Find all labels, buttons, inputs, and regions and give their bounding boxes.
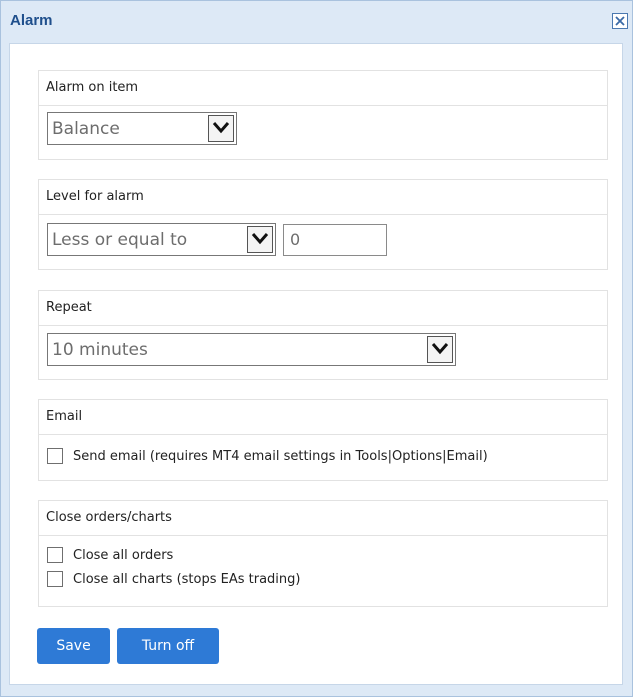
chevron-down-icon [212,122,230,134]
input-value: 0 [290,230,301,249]
alarm-item-select[interactable]: Balance [47,112,237,145]
title-bar[interactable]: Alarm [1,1,632,41]
level-comparison-select[interactable]: Less or equal to [47,223,276,256]
close-icon [615,16,625,26]
save-button[interactable]: Save [37,628,110,664]
turn-off-button[interactable]: Turn off [117,628,219,664]
section-alarm-on-item: Alarm on item Balance [38,70,608,160]
dropdown-button[interactable] [247,226,273,253]
dialog-title: Alarm [10,12,53,29]
section-header: Repeat [39,291,607,326]
select-value: 10 minutes [52,340,148,360]
close-all-charts-checkbox[interactable] [47,571,63,587]
section-header: Close orders/charts [39,501,607,536]
chevron-down-icon [431,343,449,355]
section-header: Level for alarm [39,180,607,215]
chevron-down-icon [251,233,269,245]
send-email-label: Send email (requires MT4 email settings … [73,449,488,464]
close-button[interactable] [612,13,628,29]
close-all-charts-label: Close all charts (stops EAs trading) [73,572,301,587]
section-repeat: Repeat 10 minutes [38,290,608,380]
alarm-dialog: Alarm Alarm on item Balance Level for al… [0,0,633,697]
send-email-checkbox[interactable] [47,448,63,464]
dialog-content: Alarm on item Balance Level for alarm Le… [9,43,623,685]
close-all-orders-label: Close all orders [73,548,174,563]
select-value: Less or equal to [52,230,188,250]
select-value: Balance [52,119,120,139]
dropdown-button[interactable] [208,115,234,142]
section-header: Alarm on item [39,71,607,106]
section-close-orders-charts: Close orders/charts Close all orders Clo… [38,500,608,607]
dropdown-button[interactable] [427,336,453,363]
close-all-orders-checkbox[interactable] [47,547,63,563]
repeat-select[interactable]: 10 minutes [47,333,456,366]
level-value-input[interactable]: 0 [283,224,387,256]
section-level-for-alarm: Level for alarm Less or equal to 0 [38,179,608,270]
section-email: Email Send email (requires MT4 email set… [38,399,608,481]
section-header: Email [39,400,607,435]
